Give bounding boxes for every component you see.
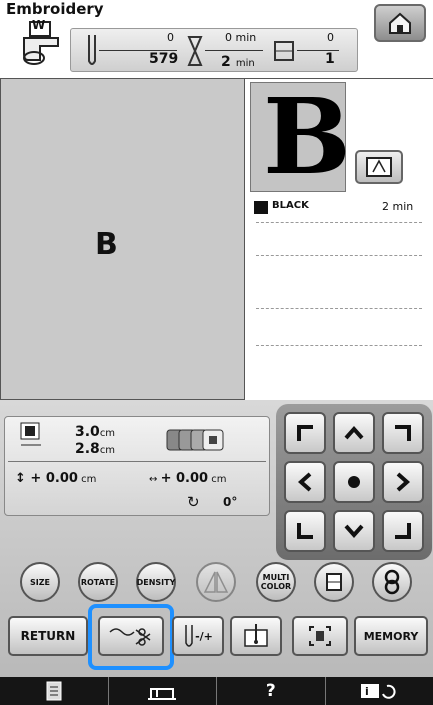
density-button[interactable]: DENSITY — [136, 562, 176, 602]
color-total: 1 — [325, 51, 335, 67]
density-button-label: DENSITY — [136, 577, 176, 587]
density-8-button[interactable] — [372, 562, 412, 602]
stitch-total: 579 — [149, 51, 179, 67]
pattern-height: 2.8cm — [75, 441, 116, 457]
rotation-angle: 0° — [223, 495, 238, 509]
return-button-label: RETURN — [20, 629, 76, 643]
return-button[interactable]: RETURN — [8, 616, 88, 656]
needle-adjust-label: -/+ — [195, 629, 213, 643]
move-up-left-button[interactable] — [284, 412, 326, 454]
thread-color-name: BLACK — [272, 200, 309, 211]
scissors-icon — [109, 628, 151, 646]
mirror-button[interactable] — [196, 562, 236, 602]
sewing-machine-icon — [148, 688, 177, 700]
thumbnail-letter: B — [263, 75, 351, 198]
progress-counter-bar: 0 579 0 min 2 min 0 1 — [70, 28, 358, 72]
bottom-toolbar: ? i — [0, 677, 433, 705]
thread-cut-button[interactable] — [98, 616, 164, 656]
preview-window-button[interactable] — [355, 150, 403, 184]
move-down-right-button[interactable] — [382, 510, 424, 552]
home-icon — [389, 12, 411, 34]
memory-button-label: MEMORY — [363, 629, 419, 643]
corner-down-right-icon — [395, 523, 411, 539]
rotation-icon: ↻ — [187, 493, 200, 511]
thread-list-row[interactable]: BLACK 2 min — [254, 198, 426, 218]
settings-icon: i — [361, 684, 396, 699]
figure-eight-icon — [384, 569, 400, 595]
start-point-button[interactable] — [230, 616, 282, 656]
help-button[interactable]: ? — [217, 677, 326, 705]
mirror-icon — [203, 571, 229, 593]
thread-swatch — [254, 201, 268, 214]
svg-text:i: i — [365, 685, 369, 698]
divider — [256, 222, 422, 223]
chevron-left-icon — [297, 472, 312, 492]
trial-frame-icon — [309, 626, 331, 646]
rotate-button-label: ROTATE — [80, 577, 116, 587]
divider — [256, 308, 422, 309]
home-button[interactable] — [374, 4, 426, 42]
thread-spool-icon — [271, 39, 297, 67]
help-label: ? — [265, 681, 276, 701]
presser-foot-code: W — [32, 18, 46, 32]
vertical-offset: ↕ + 0.00 cm — [15, 471, 97, 486]
divider — [256, 345, 422, 346]
corner-down-left-icon — [297, 523, 313, 539]
start-point-icon — [244, 624, 268, 647]
size-button[interactable]: SIZE — [20, 562, 60, 602]
move-right-button[interactable] — [382, 461, 424, 503]
settings-button[interactable]: i — [326, 677, 433, 705]
dot-icon — [348, 476, 360, 488]
move-up-right-button[interactable] — [382, 412, 424, 454]
design-thumbnail: B — [250, 77, 351, 197]
design-preview-letter: B — [95, 227, 118, 262]
trial-button[interactable] — [292, 616, 348, 656]
document-icon — [46, 681, 62, 701]
size-button-label: SIZE — [29, 577, 50, 587]
thread-spool-icon — [326, 573, 342, 591]
info-divider — [8, 461, 266, 462]
needle-icon — [185, 625, 193, 647]
rotate-button[interactable]: ROTATE — [78, 562, 118, 602]
chevron-right-icon — [396, 472, 411, 492]
move-up-button[interactable] — [333, 412, 375, 454]
design-preview-area[interactable]: B — [0, 78, 245, 400]
move-down-left-button[interactable] — [284, 510, 326, 552]
corner-up-left-icon — [297, 425, 313, 441]
multi-color-button[interactable]: MULTI COLOR — [256, 562, 296, 602]
memory-button[interactable]: MEMORY — [354, 616, 428, 656]
divider — [256, 255, 422, 256]
needle-adjust-button[interactable]: -/+ — [172, 616, 224, 656]
move-down-button[interactable] — [333, 510, 375, 552]
needle-icon — [85, 33, 99, 73]
move-left-button[interactable] — [284, 461, 326, 503]
stitch-done: 0 — [167, 31, 174, 44]
thread-time: 2 min — [382, 200, 414, 213]
multi-color-button-label: MULTI COLOR — [260, 573, 292, 591]
color-done: 0 — [327, 31, 334, 44]
time-done: 0 min — [225, 31, 257, 44]
move-pattern-pad — [276, 404, 432, 560]
chevron-down-icon — [344, 524, 364, 539]
sewing-machine-button[interactable] — [109, 677, 217, 705]
size-icon — [19, 421, 45, 453]
center-button[interactable] — [333, 461, 375, 503]
pattern-list-button[interactable] — [0, 677, 109, 705]
time-total: 2 min — [221, 54, 255, 70]
chevron-up-icon — [344, 425, 364, 440]
horizontal-offset: ↔ + 0.00 cm — [149, 471, 227, 486]
hoop-size-icon — [165, 427, 231, 457]
frame-icon — [366, 157, 392, 177]
corner-up-right-icon — [395, 425, 411, 441]
thread-color-button[interactable] — [314, 562, 354, 602]
hourglass-icon — [187, 35, 203, 71]
pattern-info-box: 3.0cm 2.8cm ↕ + 0.00 cm ↔ + 0.00 cm ↻ 0° — [4, 416, 270, 516]
